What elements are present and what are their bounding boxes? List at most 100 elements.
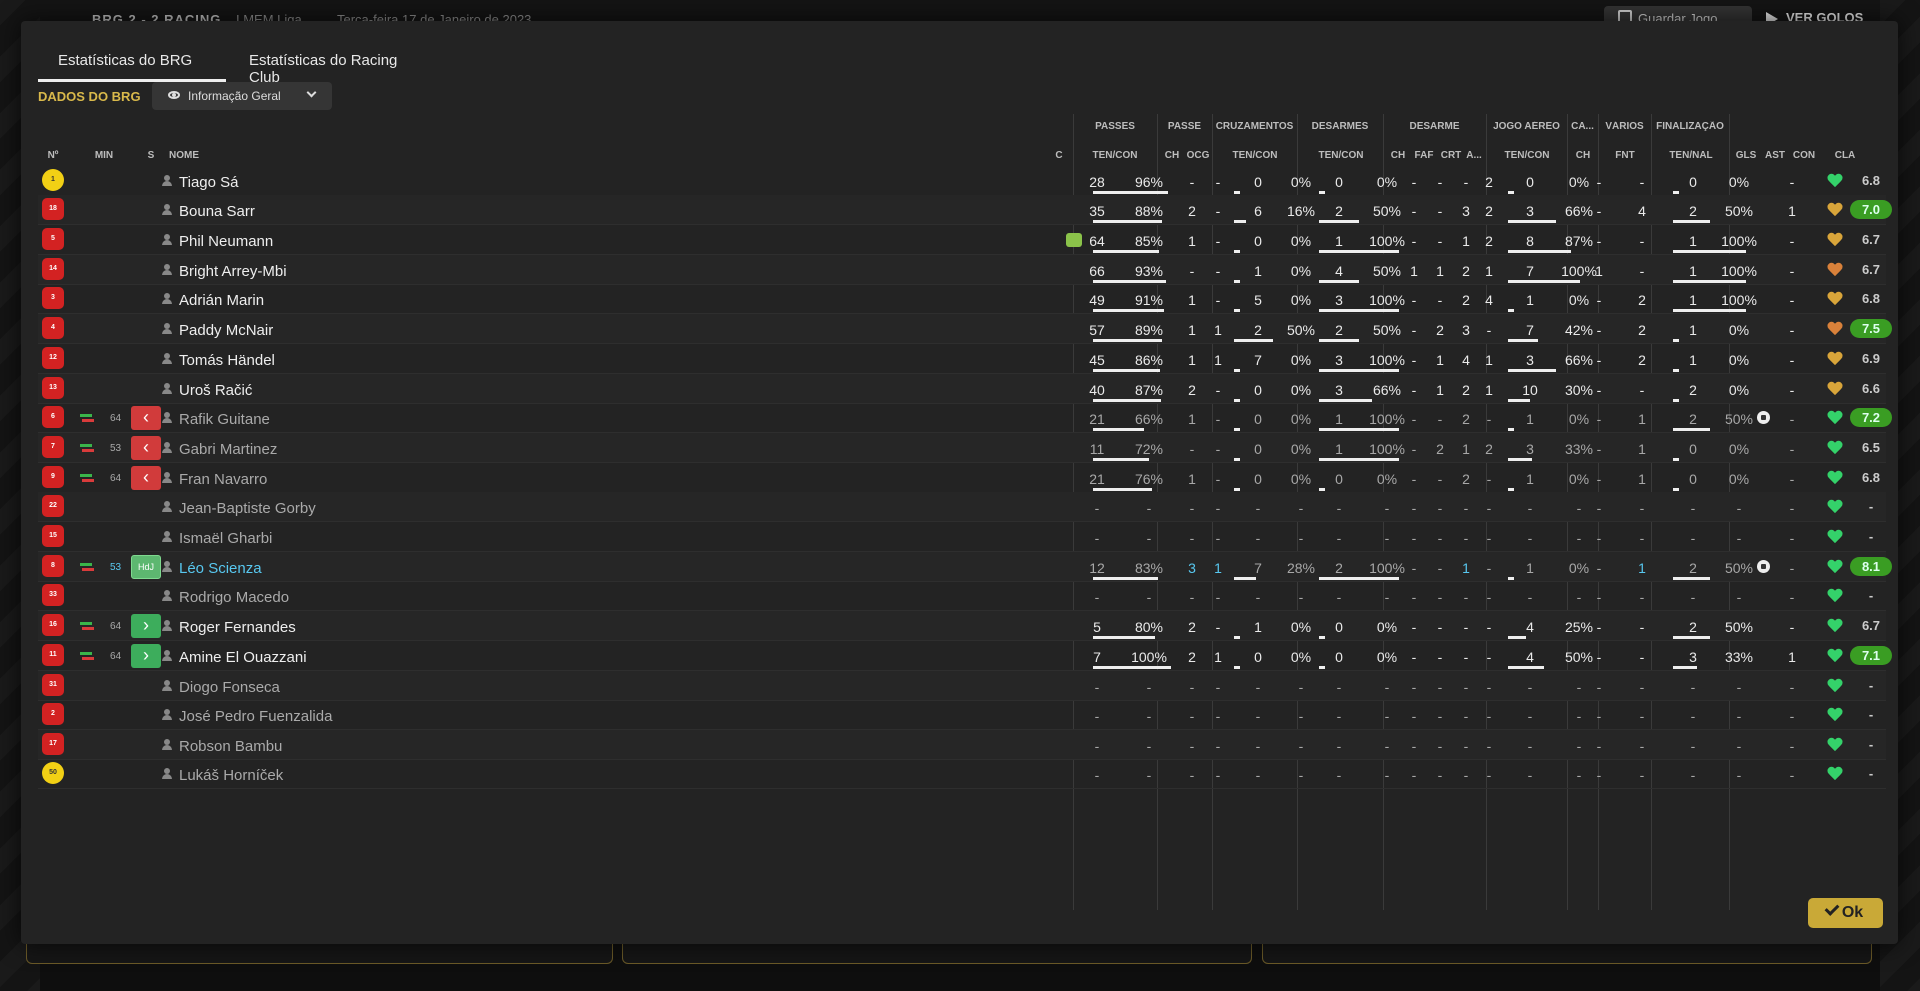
stat-bar — [1319, 399, 1372, 402]
player-row[interactable]: 16 64 › Roger Fernandes 5 80% 2-1 0% 0 0% - - - -4 25%… — [38, 611, 1886, 641]
player-row[interactable]: 18 Bouna Sarr 35 88% 2-6 16% 2 50% - -3 2 3 66% -4 2 50… — [38, 195, 1892, 225]
stat-value: 4 — [1485, 292, 1493, 308]
stat-attempts: - — [1527, 500, 1533, 516]
goal-ball-icon — [1757, 560, 1770, 573]
stat-bar — [1234, 488, 1240, 491]
column-header[interactable]: CH — [1387, 150, 1409, 161]
stat-value: 2 — [1188, 619, 1196, 635]
column-header[interactable]: TEN/NAL — [1653, 150, 1729, 161]
player-row[interactable]: 11 64 › Amine El Ouazzani 7 100% 2 1 0 0% 0 0% - - - -4… — [38, 641, 1892, 671]
stat-attempts: 7 — [1526, 263, 1534, 279]
player-name[interactable]: Adrián Marin — [179, 292, 264, 309]
player-name[interactable]: Rodrigo Macedo — [179, 589, 289, 606]
player-name[interactable]: Roger Fernandes — [179, 619, 296, 636]
player-row[interactable]: 2 José Pedro Fuenzalida - - - - - - - - - - - - - - - - - -… — [38, 700, 1886, 730]
column-header[interactable]: OCG — [1184, 150, 1212, 161]
column-header[interactable]: GLS — [1733, 150, 1759, 161]
player-name[interactable]: Ismaël Gharbi — [179, 530, 272, 547]
player-name[interactable]: Phil Neumann — [179, 233, 273, 250]
player-row[interactable]: 6 64 ‹ Rafik Guitane 21 66% 1-0 0% 1 100% - -2-1 0% -… — [38, 403, 1892, 433]
player-name[interactable]: Jean-Baptiste Gorby — [179, 500, 316, 517]
stat-value: - — [1596, 292, 1602, 308]
column-header[interactable]: CH — [1569, 150, 1597, 161]
player-name[interactable]: Paddy McNair — [179, 322, 273, 339]
stat-value: - — [1189, 738, 1195, 754]
stat-value: - — [1411, 767, 1417, 783]
stat-percent: 50% — [1724, 203, 1754, 219]
stat-value: - — [1437, 411, 1443, 427]
stat-percent: 72% — [1134, 441, 1164, 457]
player-row[interactable]: 12 Tomás Händel 45 86% 1 1 7 0% 3 100% -1 4 1 3 66% -2 1… — [38, 344, 1886, 374]
stats-table: PASSES PASSE CRUZAMENTOS DESARMES DESARME JOG… — [21, 21, 1898, 944]
player-row[interactable]: 33 Rodrigo Macedo - - - - - - - - - - - - - - - - - - - - — [38, 581, 1886, 611]
player-name[interactable]: Robson Bambu — [179, 738, 282, 755]
column-header[interactable]: TEN/CON — [1488, 150, 1566, 161]
stat-attempts: - — [1255, 530, 1261, 546]
stat-value: - — [1639, 649, 1645, 665]
stat-bar — [1673, 339, 1679, 342]
player-name[interactable]: Tiago Sá — [179, 174, 238, 191]
player-name[interactable]: Uroš Račić — [179, 382, 252, 399]
stat-value: - — [1411, 560, 1417, 576]
stat-value: - — [1437, 619, 1443, 635]
player-row[interactable]: 9 64 ‹ Fran Navarro 21 76% 1-0 0% 0 0% - -2-1 0% -1 0 0… — [38, 463, 1886, 493]
stat-value: - — [1215, 767, 1221, 783]
stat-attempts: - — [1336, 589, 1342, 605]
column-header[interactable]: FAF — [1411, 150, 1437, 161]
column-header[interactable]: TEN/CON — [1075, 150, 1155, 161]
player-row[interactable]: 1 Tiago Sá 28 96% - -0 0% 0 0% - - -2 0 0% - -0 0% -6.8 — [38, 166, 1886, 196]
player-row[interactable]: 17 Robson Bambu - - - - - - - - - - - - - - - - - - - - — [38, 730, 1886, 760]
player-row[interactable]: 4 Paddy McNair 57 89% 1 1 2 50% 2 50% -2 3-7 42% -2 1 0… — [38, 314, 1892, 344]
stat-percent: - — [1384, 738, 1390, 754]
player-name[interactable]: José Pedro Fuenzalida — [179, 708, 332, 725]
column-header[interactable]: TEN/CON — [1214, 150, 1296, 161]
column-header[interactable]: Nº — [38, 150, 68, 161]
ok-button[interactable]: Ok — [1808, 898, 1883, 928]
column-header[interactable]: CON — [1787, 150, 1821, 161]
column-header[interactable]: CLA — [1827, 150, 1863, 161]
stat-value: 1 — [1638, 560, 1646, 576]
player-row[interactable]: 7 53 ‹ Gabri Martinez 11 72% - -0 0% 1 100% -2 1 2 3 33… — [38, 433, 1886, 463]
stat-value: - — [1486, 649, 1492, 665]
player-name[interactable]: Bright Arrey-Mbi — [179, 263, 287, 280]
column-header[interactable]: FNT — [1601, 150, 1649, 161]
player-name[interactable]: Léo Scienza — [179, 560, 262, 577]
check-icon — [1824, 901, 1840, 916]
player-row[interactable]: 50 Lukáš Horníček - - - - - - - - - - - - - - - - - - - - — [38, 759, 1886, 789]
column-header[interactable]: NOME — [169, 150, 229, 161]
player-name[interactable]: Rafik Guitane — [179, 411, 270, 428]
player-name[interactable]: Lukáš Horníček — [179, 767, 283, 784]
player-row[interactable]: 3 Adrián Marin 49 91% 1-5 0% 3 100% - -2 4 1 0% -2 1 10… — [38, 284, 1886, 314]
column-header[interactable]: CRT — [1439, 150, 1463, 161]
column-header[interactable]: AST — [1763, 150, 1787, 161]
column-header[interactable]: S — [143, 150, 159, 161]
player-name[interactable]: Amine El Ouazzani — [179, 649, 307, 666]
condition-heart-icon — [1827, 263, 1843, 277]
player-row[interactable]: 15 Ismaël Gharbi - - - - - - - - - - - - - - - - - - - - — [38, 522, 1886, 552]
stat-percent: 50% — [1372, 203, 1402, 219]
player-row[interactable]: 22 Jean-Baptiste Gorby - - - - - - - - - - - - - - - - - - -… — [38, 492, 1886, 522]
player-name[interactable]: Tomás Händel — [179, 352, 275, 369]
stat-attempts: 35 — [1089, 203, 1105, 219]
player-row[interactable]: 14 Bright Arrey-Mbi 66 93% - -1 0% 4 50% 1 1 2 1 7 100… — [38, 255, 1886, 285]
player-row[interactable]: 5 Phil Neumann 64 85% 1-0 0% 1 100% - -1 2 8 87% - -1 1… — [38, 225, 1886, 255]
column-header[interactable]: C — [1051, 150, 1067, 161]
stat-percent: - — [1146, 500, 1152, 516]
column-header[interactable]: A... — [1463, 150, 1485, 161]
stat-value: - — [1596, 767, 1602, 783]
player-name[interactable]: Diogo Fonseca — [179, 679, 280, 696]
stat-attempts: 0 — [1254, 174, 1262, 190]
player-row[interactable]: 31 Diogo Fonseca - - - - - - - - - - - - - - - - - - - - — [38, 671, 1886, 701]
player-name[interactable]: Fran Navarro — [179, 471, 267, 488]
player-name[interactable]: Bouna Sarr — [179, 203, 255, 220]
stat-value: - — [1215, 530, 1221, 546]
column-header[interactable]: MIN — [87, 150, 121, 161]
stat-value: - — [1486, 679, 1492, 695]
stat-bar — [1319, 369, 1399, 372]
player-name[interactable]: Gabri Martinez — [179, 441, 277, 458]
player-row[interactable]: 13 Uroš Račić 40 87% 2-0 0% 3 66% -1 2 1 10 30% - -2 0%… — [38, 374, 1886, 404]
column-header[interactable]: TEN/CON — [1299, 150, 1383, 161]
player-row[interactable]: 8 53 HdJ Léo Scienza 12 83% 3 1 7 28% 2 100% - -1-1 0%… — [38, 552, 1892, 582]
stat-percent: 50% — [1286, 322, 1316, 338]
column-header[interactable]: CH — [1161, 150, 1183, 161]
